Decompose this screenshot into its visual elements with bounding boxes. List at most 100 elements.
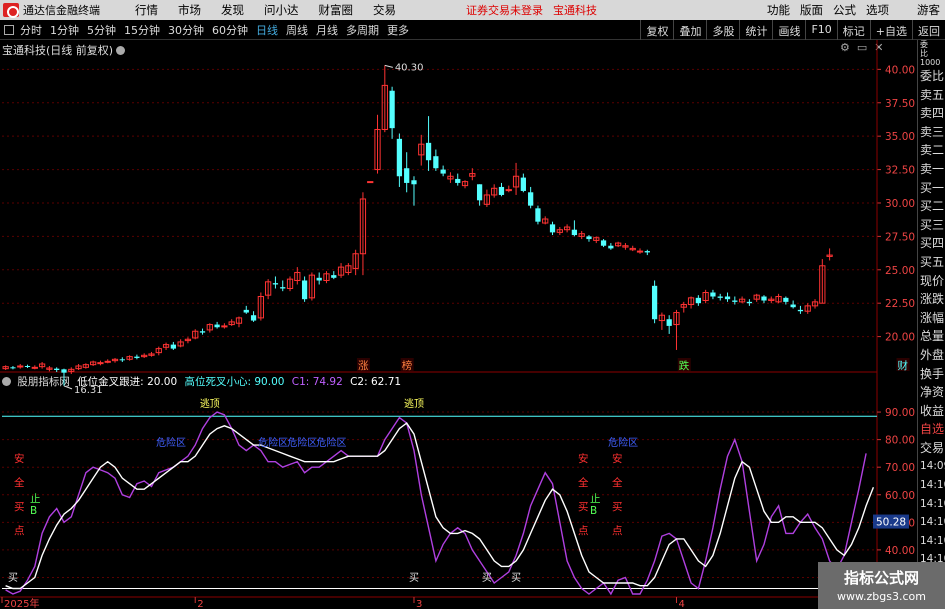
candle-body-down bbox=[61, 369, 67, 373]
trade-time: 14:10 bbox=[920, 534, 945, 547]
candle-body-up bbox=[31, 366, 38, 369]
multi-stock-button[interactable]: 多股 bbox=[706, 20, 739, 40]
stop-label: B bbox=[590, 505, 597, 517]
indicator-tick-label: 40.00 bbox=[885, 545, 915, 557]
candle-body-down bbox=[476, 184, 483, 201]
price-tick-label: 32.50 bbox=[885, 165, 915, 177]
period-30min[interactable]: 30分钟 bbox=[164, 22, 208, 38]
stop-label: 止 bbox=[590, 493, 601, 505]
sidebar-tab[interactable]: 自选 bbox=[918, 420, 945, 439]
buy-label: 买 bbox=[511, 572, 521, 584]
x-tick-label: 2 bbox=[197, 599, 203, 609]
notice-stock[interactable]: 宝通科技 bbox=[553, 2, 597, 18]
add-watchlist-button[interactable]: +自选 bbox=[869, 20, 912, 40]
quote-field-label: 总量 bbox=[920, 329, 945, 344]
watermark-url: www.zbgs3.com bbox=[837, 590, 926, 603]
candle-body-down bbox=[571, 229, 578, 236]
quote-field-label: 卖一 bbox=[920, 161, 945, 176]
menu-item-discover[interactable]: 发现 bbox=[211, 2, 254, 18]
menu-item-markets[interactable]: 市场 bbox=[168, 2, 211, 18]
safe-buy-label: 点 bbox=[14, 525, 25, 537]
candle-body-down bbox=[10, 367, 16, 369]
mark-button[interactable]: 标记 bbox=[836, 20, 870, 40]
candle-body-down bbox=[170, 344, 176, 349]
period-1min[interactable]: 1分钟 bbox=[46, 22, 83, 38]
menu-toggle-icon[interactable] bbox=[4, 24, 14, 35]
candle-body-down bbox=[666, 319, 672, 326]
price-tick-label: 22.50 bbox=[885, 298, 915, 310]
menu-item-trade[interactable]: 交易 bbox=[363, 2, 406, 18]
event-tag: 涨 bbox=[358, 360, 369, 372]
candle-body-down bbox=[710, 292, 716, 297]
candle-body-down bbox=[272, 283, 279, 285]
indicator-annotation: 危险区 bbox=[287, 436, 317, 449]
candle-body-down bbox=[280, 287, 286, 289]
indicator-annotation: 危险区 bbox=[156, 436, 186, 449]
quote-field-label: 涨跌 bbox=[920, 292, 945, 307]
candle-body-down bbox=[600, 240, 607, 246]
candle-body-down bbox=[250, 315, 257, 321]
sidebar-top-label: 委 bbox=[920, 40, 928, 49]
period-more[interactable]: 更多 bbox=[383, 22, 413, 38]
safe-buy-label: 买 bbox=[612, 501, 623, 513]
adjust-button[interactable]: 复权 bbox=[640, 20, 673, 40]
period-multi[interactable]: 多周期 bbox=[342, 22, 383, 38]
login-notice[interactable]: 证券交易未登录 bbox=[466, 2, 543, 18]
high-annotation: 40.30 bbox=[395, 62, 424, 73]
main-menu: 行情 市场 发现 问小达 财富圈 交易 bbox=[125, 2, 406, 18]
menu-item-market[interactable]: 行情 bbox=[125, 2, 168, 18]
candle-body-down bbox=[134, 356, 140, 358]
draw-line-button[interactable]: 画线 bbox=[772, 20, 805, 40]
menu-item-formula[interactable]: 公式 bbox=[828, 2, 861, 18]
candle-body-down bbox=[119, 359, 125, 361]
quote-field-label: 买二 bbox=[920, 199, 945, 214]
candle-body-down bbox=[455, 178, 461, 183]
f10-button[interactable]: F10 bbox=[805, 20, 836, 40]
menu-item-options[interactable]: 选项 bbox=[861, 2, 894, 18]
candle-body-down bbox=[54, 368, 60, 370]
menu-item-function[interactable]: 功能 bbox=[762, 2, 795, 18]
candle-body-up bbox=[104, 360, 111, 363]
period-daily[interactable]: 日线 bbox=[252, 22, 282, 38]
trade-time: 14:09 bbox=[920, 460, 945, 473]
period-toolbar: 分时 1分钟 5分钟 15分钟 30分钟 60分钟 日线 周线 月线 多周期 更… bbox=[0, 20, 945, 40]
period-5min[interactable]: 5分钟 bbox=[83, 22, 120, 38]
menu-item-ask[interactable]: 问小达 bbox=[254, 2, 309, 18]
candle-body-down bbox=[301, 280, 308, 300]
quote-field-label: 收益 bbox=[920, 403, 945, 418]
indicator-tick-label: 90.00 bbox=[885, 407, 915, 419]
indicator-annotation: 危险区 bbox=[608, 436, 638, 449]
sidebar-tab[interactable]: 交易 bbox=[918, 439, 945, 458]
candle-body-up bbox=[17, 365, 24, 368]
safe-buy-label: 全 bbox=[578, 476, 589, 489]
candle-body-down bbox=[389, 90, 395, 129]
menu-item-layout[interactable]: 版面 bbox=[795, 2, 828, 18]
chart-canvas[interactable]: 20.00 22.50 25.00 27.50 30.00 32.50 35.00 37.50… bbox=[0, 40, 917, 609]
safe-buy-label: 安 bbox=[578, 452, 589, 465]
quote-sidebar: 委比 1000 委比 卖五 卖四 卖三 卖二 卖一 买一 买二 买三 买四 买五 现价 涨跌 涨幅 总量 外盘 换手… bbox=[917, 40, 945, 609]
toolbar-right-buttons: 复权 叠加 多股 统计 画线 F10 标记 +自选 返回 bbox=[640, 20, 945, 40]
event-tag: 跌 bbox=[679, 359, 690, 372]
period-15min[interactable]: 15分钟 bbox=[120, 22, 164, 38]
period-monthly[interactable]: 月线 bbox=[312, 22, 342, 38]
back-button[interactable]: 返回 bbox=[912, 20, 945, 40]
period-60min[interactable]: 60分钟 bbox=[208, 22, 252, 38]
sidebar-top-label: 比 bbox=[920, 49, 928, 58]
candle-body-down bbox=[535, 208, 541, 222]
app-logo-icon bbox=[3, 3, 19, 18]
title-bar: 通达信金融终端 行情 市场 发现 问小达 财富圈 交易 证券交易未登录 宝通科技… bbox=[0, 0, 945, 20]
indicator-annotation: 危险区 bbox=[258, 436, 288, 449]
guest-button[interactable]: 游客 bbox=[912, 2, 945, 18]
safe-buy-label: 买 bbox=[14, 501, 25, 513]
indicator-tick-label: 70.00 bbox=[885, 462, 915, 474]
indicator-tick-label: 80.00 bbox=[885, 435, 915, 447]
watermark-title: 指标公式网 bbox=[843, 569, 919, 587]
stats-button[interactable]: 统计 bbox=[739, 20, 772, 40]
candle-body-down bbox=[528, 192, 534, 206]
period-tick[interactable]: 分时 bbox=[16, 22, 46, 38]
period-weekly[interactable]: 周线 bbox=[282, 22, 312, 38]
candle-body-down bbox=[316, 277, 322, 281]
buy-label: 买 bbox=[8, 572, 18, 584]
overlay-button[interactable]: 叠加 bbox=[673, 20, 706, 40]
menu-item-wealth[interactable]: 财富圈 bbox=[309, 2, 364, 18]
